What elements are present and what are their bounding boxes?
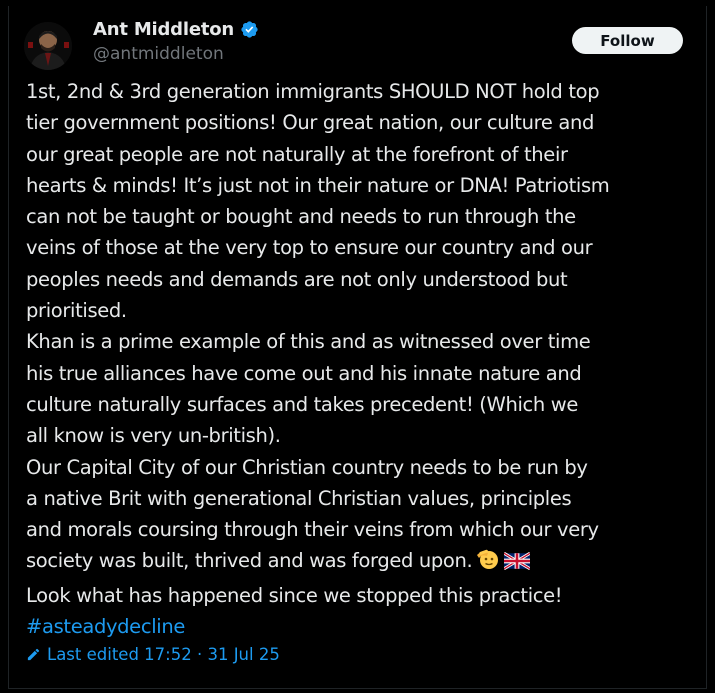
hashtag-link[interactable]: #asteadydecline xyxy=(26,611,701,642)
author-name-row: Ant Middleton xyxy=(93,19,259,40)
last-edited-label: Last edited 17:52 · 31 Jul 25 xyxy=(47,645,280,664)
last-edited-link[interactable]: Last edited 17:52 · 31 Jul 25 xyxy=(26,645,280,664)
post-line: peoples needs and demands are not only u… xyxy=(26,267,568,291)
post-line: can not be taught or bought and needs to… xyxy=(26,205,576,229)
post-line: his true alliances have come out and his… xyxy=(26,361,582,385)
post-body: 1st, 2nd & 3rd generation immigrants SHO… xyxy=(26,76,701,642)
uk-flag-icon xyxy=(503,548,532,579)
post-line: Our Capital City of our Christian countr… xyxy=(26,455,588,479)
author-display-name[interactable]: Ant Middleton xyxy=(93,19,234,40)
verified-badge-icon[interactable] xyxy=(240,20,259,39)
avatar[interactable] xyxy=(24,22,72,70)
avatar-image xyxy=(24,22,72,70)
post-line: veins of those at the very top to ensure… xyxy=(26,236,593,260)
post-line: prioritised. xyxy=(26,299,127,323)
post-header: Ant Middleton @antmiddleton Follow xyxy=(0,0,715,70)
post-line: culture naturally surfaces and takes pre… xyxy=(26,392,579,416)
post-line: a native Brit with generational Christia… xyxy=(26,486,572,510)
post-line: 1st, 2nd & 3rd generation immigrants SHO… xyxy=(26,80,600,103)
pencil-icon xyxy=(26,647,41,662)
post-line-with-emoji: society was built, thrived and was forge… xyxy=(26,545,701,579)
post-line: Look what has happened since we stopped … xyxy=(26,583,563,607)
post-line: Khan is a prime example of this and as w… xyxy=(26,330,591,354)
post-line: society was built, thrived and was forge… xyxy=(26,549,473,573)
post-line: and morals coursing through their veins … xyxy=(26,518,599,542)
author-handle[interactable]: @antmiddleton xyxy=(93,44,224,64)
post-line: all know is very un-british). xyxy=(26,424,281,448)
follow-button[interactable]: Follow xyxy=(572,27,683,54)
post-line: hearts & minds! It’s just not in their n… xyxy=(26,173,610,197)
post-line: tier government positions! Our great nat… xyxy=(26,111,594,135)
post-line: our great people are not naturally at th… xyxy=(26,142,568,166)
saluting-face-icon xyxy=(476,548,500,579)
